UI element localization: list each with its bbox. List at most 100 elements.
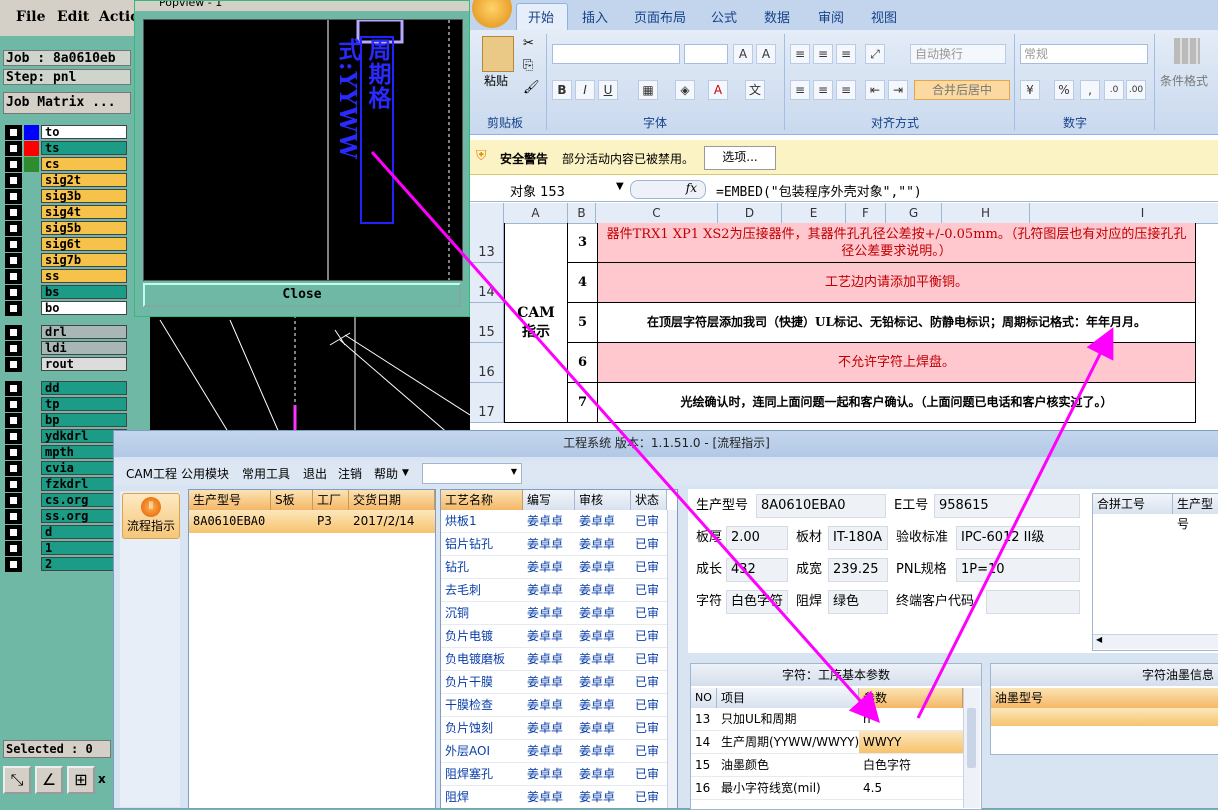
layer-row[interactable]: drl xyxy=(5,325,127,340)
layer-name[interactable]: bs xyxy=(41,285,127,299)
zoom-area-icon[interactable]: ⤡ xyxy=(3,766,31,794)
col-ink-model[interactable]: 油墨型号 xyxy=(991,688,1218,708)
param-row[interactable]: 15 油墨颜色 白色字符 xyxy=(691,754,963,777)
row-header[interactable]: 16 xyxy=(470,343,504,383)
ink-row[interactable] xyxy=(991,708,1218,726)
step-row[interactable]: 负片干膜 姜卓卓 姜卓卓 已审 xyxy=(441,671,667,694)
merge-hscrollbar[interactable]: ◀ xyxy=(1093,634,1218,649)
office-button-icon[interactable] xyxy=(472,0,512,28)
layer-name[interactable]: ss xyxy=(41,269,127,283)
col-merge-model[interactable]: 生产型号 xyxy=(1173,494,1218,531)
menu-tools[interactable]: 常用工具 xyxy=(242,465,290,482)
layer-name[interactable]: sig4t xyxy=(41,205,127,219)
font-size-combo[interactable] xyxy=(684,44,728,64)
layer-name[interactable]: sig2t xyxy=(41,173,127,187)
step-row[interactable]: 阻焊塞孔 姜卓卓 姜卓卓 已审 xyxy=(441,763,667,786)
menu-logout[interactable]: 注销 xyxy=(338,465,362,482)
layer-name[interactable]: bo xyxy=(41,301,127,315)
param-row[interactable]: 16 最小字符线宽(mil) 4.5 xyxy=(691,777,963,800)
align-right-icon[interactable]: ≡ xyxy=(836,80,856,100)
step-row[interactable]: 外层AOI 姜卓卓 姜卓卓 已审 xyxy=(441,740,667,763)
layer-checkbox[interactable] xyxy=(5,461,22,476)
layer-row[interactable]: to xyxy=(5,125,127,140)
layer-row[interactable]: 2 xyxy=(5,557,127,572)
menu-exit[interactable]: 退出 xyxy=(303,465,327,482)
col-due-date[interactable]: 交货日期 xyxy=(349,490,435,510)
param-row[interactable]: 14 生产周期(YYWW/WWYY) WWYY xyxy=(691,731,963,754)
underline-icon[interactable]: U xyxy=(598,80,618,100)
popview-titlebar[interactable]: Popview - 1 xyxy=(135,1,469,11)
fx-button[interactable]: fx xyxy=(630,180,706,199)
align-left-icon[interactable]: ≡ xyxy=(790,80,810,100)
border-icon[interactable]: ▦ xyxy=(638,80,658,100)
row-header[interactable]: 14 xyxy=(470,263,504,303)
col-item[interactable]: 项目 xyxy=(717,688,859,708)
tab-home[interactable]: 开始 xyxy=(528,7,554,26)
font-color-icon[interactable]: A xyxy=(708,80,728,100)
layer-row[interactable]: cvia xyxy=(5,461,127,476)
layer-row[interactable]: sig7b xyxy=(5,253,127,268)
layer-name[interactable]: sig6t xyxy=(41,237,127,251)
layer-checkbox[interactable] xyxy=(5,357,22,372)
params-scrollbar[interactable] xyxy=(963,688,980,808)
column-header[interactable]: G xyxy=(886,203,942,223)
row-header[interactable]: 15 xyxy=(470,303,504,343)
layer-checkbox[interactable] xyxy=(5,381,22,396)
layer-name[interactable]: sig3b xyxy=(41,189,127,203)
step-row[interactable]: 阻焊 姜卓卓 姜卓卓 已审 xyxy=(441,786,667,808)
tab-data[interactable]: 数据 xyxy=(764,7,790,26)
layer-checkbox[interactable] xyxy=(5,269,22,284)
layer-name[interactable]: drl xyxy=(41,325,127,339)
col-s-board[interactable]: S板 xyxy=(271,490,313,510)
measure-icon[interactable]: ∠ xyxy=(35,766,63,794)
layer-checkbox[interactable] xyxy=(5,325,22,340)
layer-name[interactable]: sig7b xyxy=(41,253,127,267)
comma-icon[interactable]: , xyxy=(1080,80,1100,100)
snap-grid-icon[interactable]: ⊞ xyxy=(67,766,95,794)
column-header[interactable]: B xyxy=(568,203,596,223)
menu-help[interactable]: 帮助 xyxy=(374,465,398,482)
layer-checkbox[interactable] xyxy=(5,189,22,204)
col-merge-eno[interactable]: 合拼工号 xyxy=(1093,494,1173,514)
format-painter-icon[interactable]: 🖌 xyxy=(523,80,540,95)
currency-icon[interactable]: ¥ xyxy=(1020,80,1040,100)
layer-row[interactable]: ss.org xyxy=(5,509,127,524)
number-format-combo[interactable]: 常规 xyxy=(1020,44,1148,64)
layer-row[interactable]: sig2t xyxy=(5,173,127,188)
tab-view[interactable]: 视图 xyxy=(871,7,897,26)
layer-checkbox[interactable] xyxy=(5,341,22,356)
layer-row[interactable]: sig3b xyxy=(5,189,127,204)
layer-checkbox[interactable] xyxy=(5,237,22,252)
layer-row[interactable]: sig4t xyxy=(5,205,127,220)
percent-icon[interactable]: % xyxy=(1054,80,1074,100)
layer-name[interactable]: cs xyxy=(41,157,127,171)
layer-row[interactable]: cs.org xyxy=(5,493,127,508)
col-param[interactable]: 参数 xyxy=(859,688,963,708)
step-row[interactable]: 钻孔 姜卓卓 姜卓卓 已审 xyxy=(441,556,667,579)
params-scroll-thumb[interactable] xyxy=(967,708,976,768)
step-row[interactable]: 沉铜 姜卓卓 姜卓卓 已审 xyxy=(441,602,667,625)
col-author[interactable]: 编写 xyxy=(523,490,575,510)
tab-review[interactable]: 审阅 xyxy=(818,7,844,26)
layer-checkbox[interactable] xyxy=(5,285,22,300)
layer-checkbox[interactable] xyxy=(5,429,22,444)
bold-icon[interactable]: B xyxy=(552,80,572,100)
layer-checkbox[interactable] xyxy=(5,253,22,268)
layer-row[interactable]: fzkdrl xyxy=(5,477,127,492)
layer-checkbox[interactable] xyxy=(5,397,22,412)
layer-name[interactable]: ldi xyxy=(41,341,127,355)
align-center-icon[interactable]: ≡ xyxy=(813,80,833,100)
step-row[interactable]: 负电镀磨板 姜卓卓 姜卓卓 已审 xyxy=(441,648,667,671)
cut-icon[interactable]: ✂ xyxy=(523,36,534,51)
decrease-indent-icon[interactable]: ⇤ xyxy=(865,80,885,100)
param-row[interactable]: 13 只加UL和周期 n xyxy=(691,708,963,731)
column-header[interactable]: H xyxy=(942,203,1030,223)
order-row[interactable]: 8A0610EBA0 P3 2017/2/14 xyxy=(189,510,435,533)
phonetic-icon[interactable]: 文 xyxy=(745,80,765,100)
increase-indent-icon[interactable]: ⇥ xyxy=(888,80,908,100)
steps-scrollbar[interactable] xyxy=(667,510,677,808)
paste-label[interactable]: 粘贴 xyxy=(484,72,508,89)
layer-row[interactable]: cs xyxy=(5,157,127,172)
copy-icon[interactable]: ⎘ xyxy=(523,58,533,73)
align-bottom-icon[interactable]: ≡ xyxy=(836,44,856,64)
